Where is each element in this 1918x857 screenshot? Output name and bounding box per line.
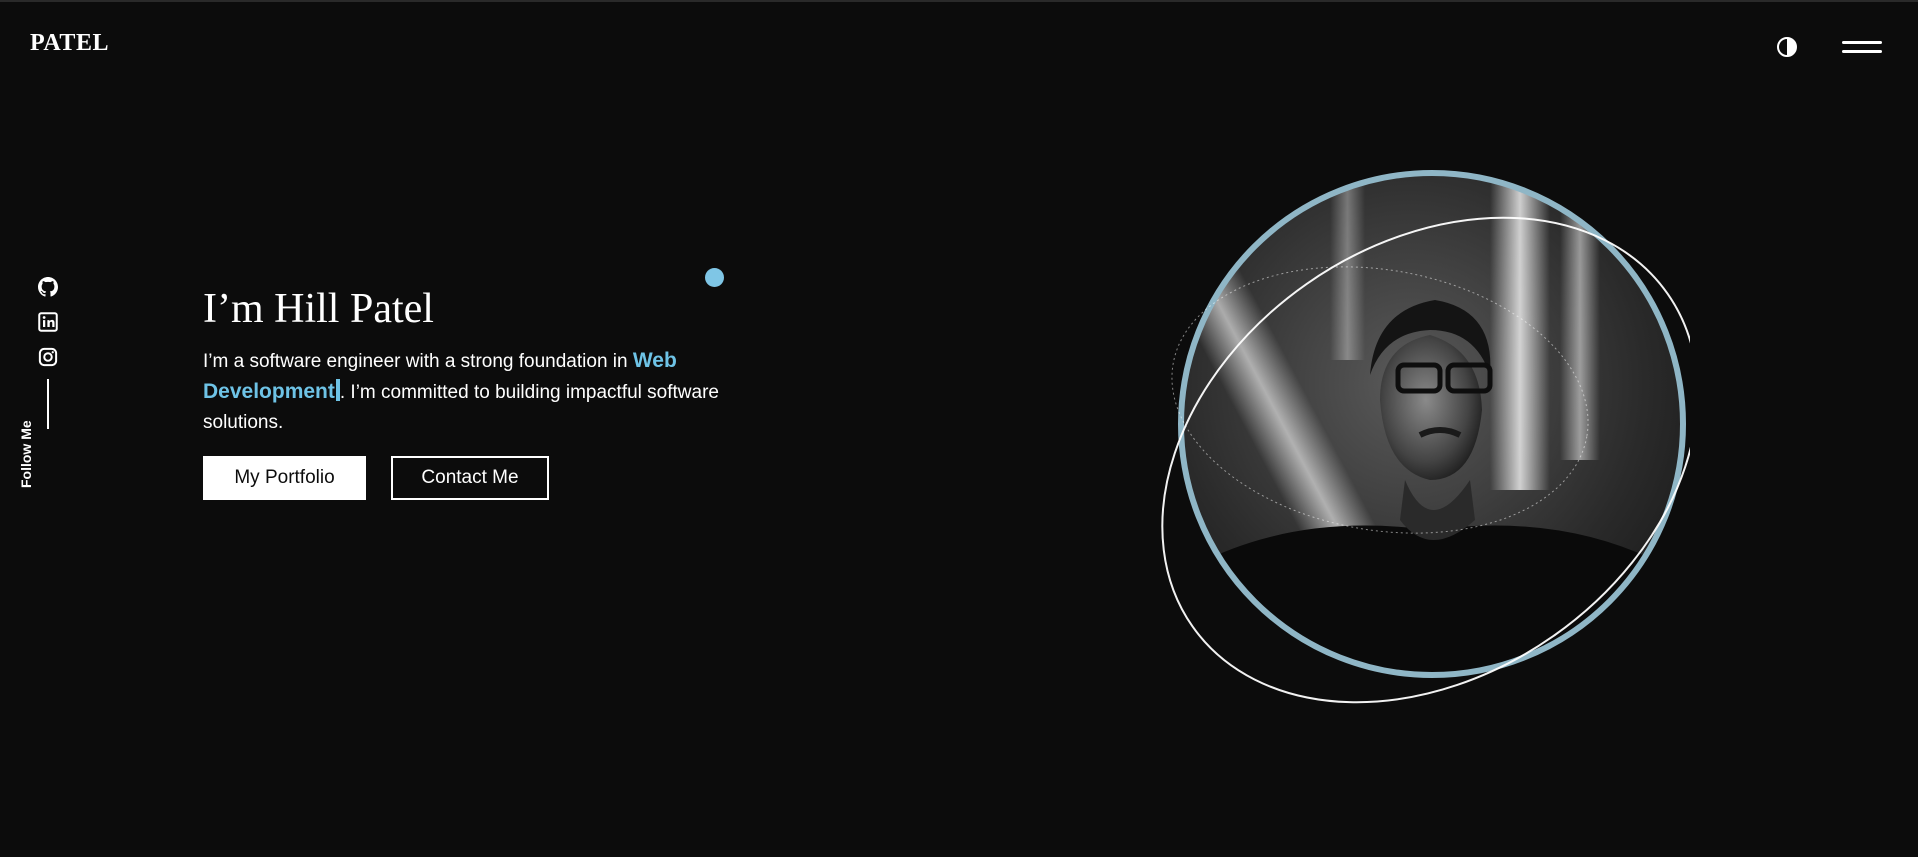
- my-portfolio-button[interactable]: My Portfolio: [203, 456, 366, 500]
- accent-dot: [705, 268, 724, 287]
- social-divider-line: [47, 379, 49, 429]
- menu-button[interactable]: [1838, 38, 1886, 60]
- contrast-icon: [1777, 37, 1797, 57]
- contact-me-button[interactable]: Contact Me: [391, 456, 549, 500]
- hamburger-line: [1842, 41, 1882, 44]
- instagram-icon[interactable]: [38, 347, 58, 367]
- theme-toggle-button[interactable]: [1776, 36, 1798, 58]
- hero-description-start: I’m a software engineer with a strong fo…: [203, 351, 633, 372]
- github-icon[interactable]: [38, 277, 58, 297]
- follow-me-label: Follow Me: [18, 420, 34, 488]
- hero-description: I’m a software engineer with a strong fo…: [203, 346, 763, 438]
- hero-title: I’m Hill Patel: [203, 286, 434, 332]
- site-logo[interactable]: PATEL: [30, 30, 109, 57]
- profile-portrait: [1130, 160, 1699, 720]
- profile-photo: [1161, 170, 1699, 704]
- social-links: [38, 277, 58, 429]
- top-border: [0, 0, 1918, 2]
- hamburger-line: [1842, 50, 1882, 53]
- linkedin-icon[interactable]: [38, 312, 58, 332]
